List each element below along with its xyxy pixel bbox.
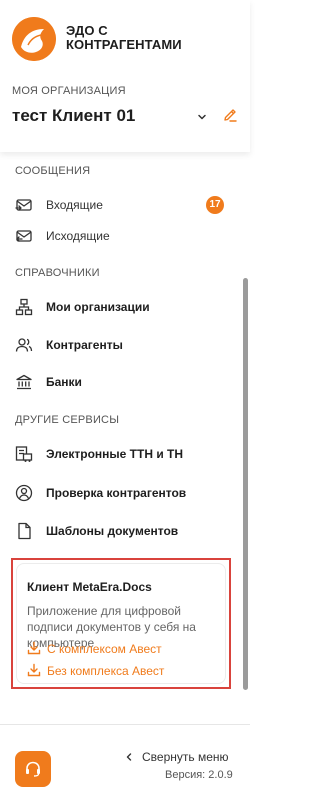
promo-title: Клиент MetaEra.Docs [27, 580, 152, 594]
download-icon [27, 641, 41, 655]
download-with-avest-link[interactable]: С комплексом Авест [27, 640, 227, 658]
bank-icon [16, 374, 32, 390]
unread-count-badge: 17 [206, 196, 224, 214]
edit-pencil-icon[interactable] [222, 107, 238, 123]
app-title: ЭДО С КОНТРАГЕНТАМИ [66, 23, 182, 52]
org-structure-icon [15, 298, 33, 316]
sidebar-item-label: Банки [46, 375, 82, 389]
sidebar-item-label: Входящие [46, 198, 103, 212]
sidebar-item-doc-templates[interactable]: Шаблоны документов [0, 518, 240, 544]
download-link-label: С комплексом Авест [47, 642, 162, 656]
app-logo[interactable] [12, 17, 56, 61]
sidebar-item-banks[interactable]: Банки [0, 369, 240, 395]
support-button[interactable] [15, 751, 51, 787]
download-link-label: Без комплекса Авест [47, 664, 165, 678]
ttn-icon [15, 446, 33, 462]
outbox-arrow-icon [16, 230, 32, 242]
sidebar-item-label: Шаблоны документов [46, 524, 179, 538]
document-icon [18, 522, 31, 540]
desktop-client-promo: Клиент MetaEra.Docs Приложение для цифро… [11, 558, 231, 689]
sidebar-item-inbox[interactable]: Входящие 17 [0, 192, 240, 218]
download-without-avest-link[interactable]: Без комплекса Авест [27, 662, 227, 680]
chevron-down-icon[interactable] [196, 111, 208, 123]
people-icon [15, 338, 33, 352]
promo-card: Клиент MetaEra.Docs Приложение для цифро… [16, 563, 226, 684]
sidebar-item-label: Исходящие [46, 229, 110, 243]
sidebar-item-label: Электронные ТТН и ТН [46, 447, 184, 461]
sidebar-item-e-ttn[interactable]: Электронные ТТН и ТН [0, 441, 240, 467]
user-circle-icon [15, 484, 33, 502]
section-title-other-services: ДРУГИЕ СЕРВИСЫ [15, 414, 120, 426]
sidebar-header: ЭДО С КОНТРАГЕНТАМИ МОЯ ОРГАНИЗАЦИЯ тест… [0, 0, 250, 152]
sidebar-item-label: Мои организации [46, 300, 150, 314]
sidebar-item-label: Контрагенты [46, 338, 123, 352]
download-icon [27, 663, 41, 677]
inbox-arrow-icon [15, 199, 32, 211]
sidebar-item-outbox[interactable]: Исходящие [0, 223, 240, 249]
sidebar-item-contractors[interactable]: Контрагенты [0, 332, 240, 358]
org-name[interactable]: тест Клиент 01 [12, 106, 135, 126]
footer-divider [0, 724, 250, 725]
section-title-messages: СООБЩЕНИЯ [15, 165, 91, 177]
collapse-menu-label: Свернуть меню [142, 750, 229, 764]
sidebar-item-label: Проверка контрагентов [46, 486, 187, 500]
chevron-left-icon [126, 753, 132, 761]
collapse-menu-button[interactable]: Свернуть меню [124, 749, 240, 767]
headset-icon [26, 761, 40, 777]
sidebar-item-my-organizations[interactable]: Мои организации [0, 294, 240, 320]
sidebar-scrollbar[interactable] [243, 278, 248, 690]
org-caption: МОЯ ОРГАНИЗАЦИЯ [12, 85, 126, 97]
sidebar-item-contractor-check[interactable]: Проверка контрагентов [0, 480, 240, 506]
section-title-directories: СПРАВОЧНИКИ [15, 267, 100, 279]
app-version: Версия: 2.0.9 [165, 769, 233, 781]
